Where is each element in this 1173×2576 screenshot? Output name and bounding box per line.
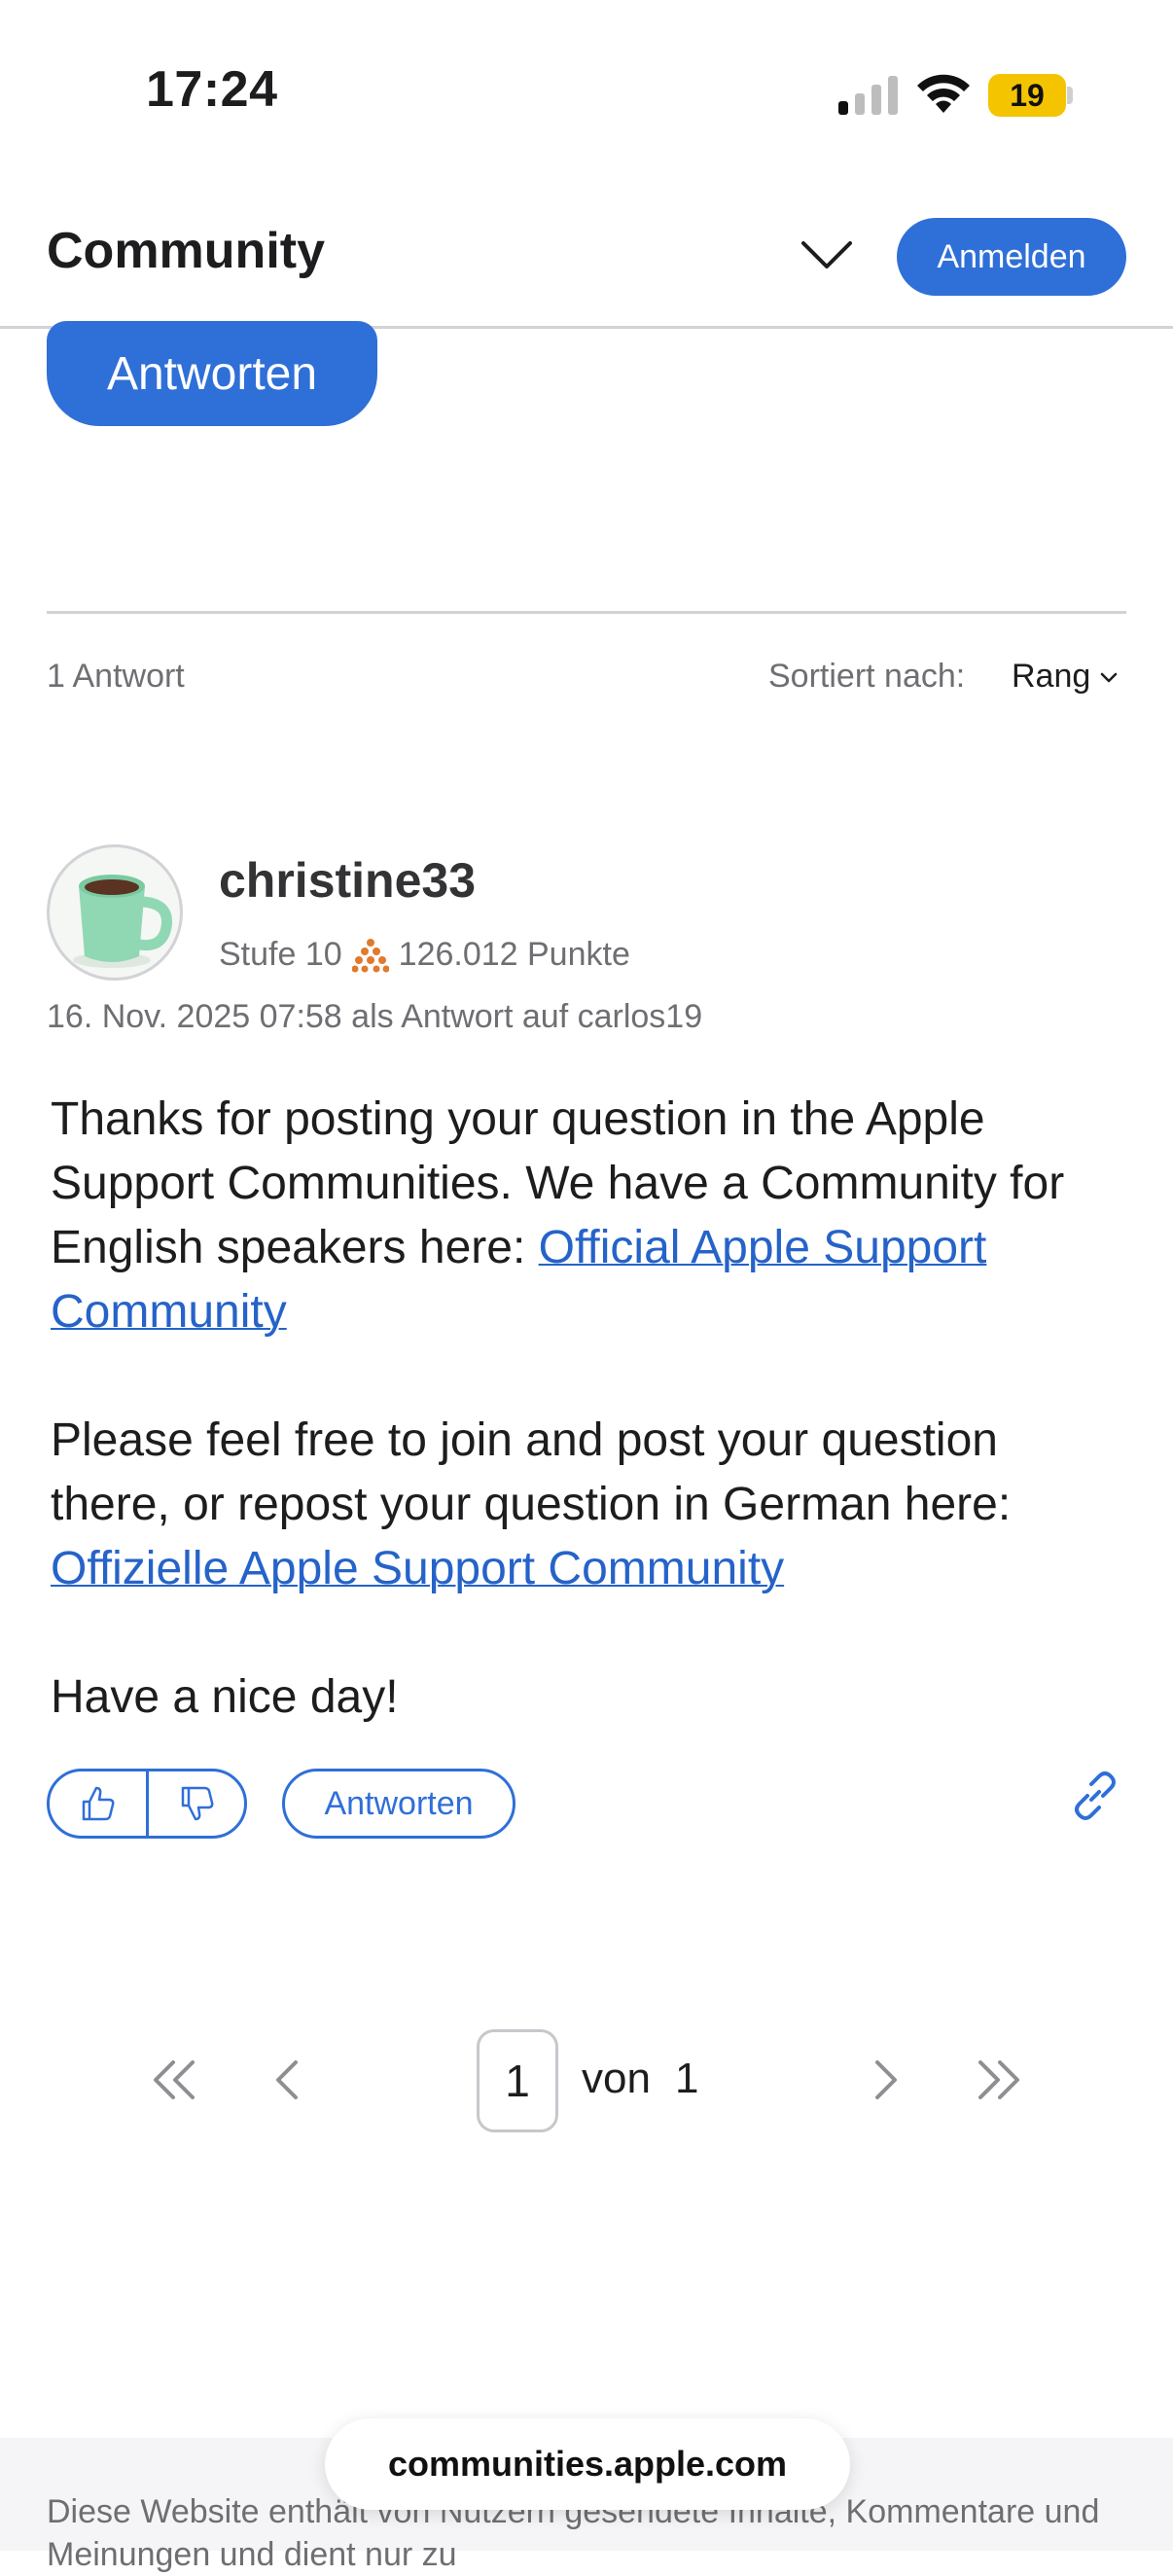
vote-group: [47, 1769, 247, 1839]
page-number-input[interactable]: 1: [477, 2029, 558, 2132]
login-button[interactable]: Anmelden: [897, 218, 1126, 296]
page-of-label: von: [582, 2055, 651, 2102]
post-timestamp: 16. Nov. 2025 07:58 als Antwort auf carl…: [47, 998, 703, 1035]
thumbs-down-button[interactable]: [145, 1771, 245, 1836]
level-icon: [351, 938, 389, 972]
sort-label: Sortiert nach:: [768, 658, 966, 695]
status-time: 17:24: [146, 61, 278, 118]
post-text: Please feel free to join and post your q…: [51, 1414, 1012, 1530]
sort-dropdown[interactable]: Rang: [1012, 658, 1120, 696]
thumbs-down-icon: [181, 1786, 214, 1821]
last-page-icon[interactable]: [969, 2051, 1027, 2109]
page-title[interactable]: Community: [47, 222, 325, 280]
next-page-icon[interactable]: [856, 2051, 914, 2109]
post-text: Have a nice day!: [51, 1671, 399, 1723]
chevron-down-icon[interactable]: [798, 230, 856, 278]
post-reply-button[interactable]: Antworten: [282, 1769, 515, 1839]
thumbs-up-icon: [83, 1786, 115, 1821]
chevron-down-icon: [1101, 672, 1118, 682]
post-paragraph: Have a nice day!: [51, 1665, 1120, 1730]
link-icon[interactable]: [1066, 1767, 1124, 1825]
answer-count: 1 Antwort: [47, 658, 185, 695]
thumbs-up-button[interactable]: [50, 1771, 146, 1836]
wifi-icon: [917, 74, 970, 113]
divider: [47, 611, 1126, 614]
battery-indicator: 19: [988, 74, 1066, 117]
author-name[interactable]: christine33: [219, 852, 476, 909]
mug-icon: [73, 875, 172, 968]
first-page-icon[interactable]: [146, 2051, 204, 2109]
post-paragraph: Thanks for posting your question in the …: [51, 1088, 1120, 1344]
battery-tip: [1067, 87, 1073, 104]
reply-button[interactable]: Antworten: [47, 321, 377, 426]
points-label: 126.012 Punkte: [398, 936, 630, 973]
signal-icon: [838, 76, 898, 115]
post-body: Thanks for posting your question in the …: [51, 1088, 1120, 1794]
sort-value: Rang: [1012, 658, 1091, 695]
avatar[interactable]: [47, 844, 183, 981]
level-label: Stufe 10: [219, 936, 342, 973]
page-total: 1: [675, 2055, 699, 2102]
browser-url-bar[interactable]: communities.apple.com: [325, 2418, 850, 2510]
post-paragraph: Please feel free to join and post your q…: [51, 1409, 1120, 1601]
author-level: Stufe 10 126.012 Punkte: [219, 936, 630, 974]
german-community-link[interactable]: Offizielle Apple Support Community: [51, 1543, 784, 1594]
prev-page-icon[interactable]: [259, 2051, 317, 2109]
